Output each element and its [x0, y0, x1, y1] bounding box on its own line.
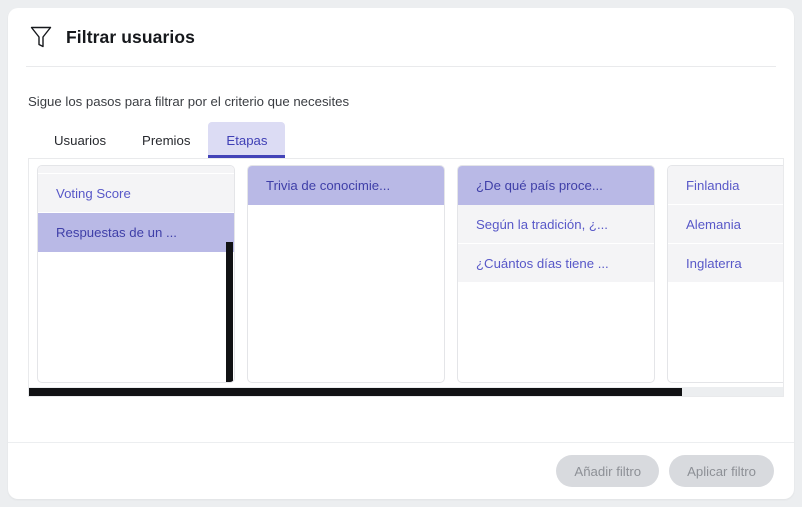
list-item[interactable]: ¿De qué país proce... [458, 166, 654, 205]
dialog-subtitle: Sigue los pasos para filtrar por el crit… [28, 94, 350, 109]
answer-column[interactable]: Finlandia Alemania Inglaterra [667, 165, 783, 383]
list-item[interactable]: Según la tradición, ¿... [458, 205, 654, 244]
answer-option-list: Finlandia Alemania Inglaterra [668, 166, 783, 283]
columns-horizontal-scrollbar-thumb[interactable] [29, 388, 682, 396]
tab-bar: Usuarios Premios Etapas [36, 122, 286, 158]
stage-option-list: Trivia de conocimie... [248, 166, 444, 205]
criteria-column[interactable]: Nombre de participante Fecha de particip… [37, 165, 235, 383]
add-filter-button[interactable]: Añadir filtro [556, 455, 660, 487]
list-item[interactable]: Finlandia [668, 166, 783, 205]
criteria-column-scrollbar[interactable] [225, 166, 234, 382]
list-item[interactable]: Voting Score [38, 174, 234, 213]
tab-premios[interactable]: Premios [124, 122, 208, 158]
list-item[interactable]: Score in specific St... [38, 166, 234, 174]
dialog-footer: Añadir filtro Aplicar filtro [8, 443, 794, 499]
criteria-option-list: Nombre de participante Fecha de particip… [38, 166, 234, 252]
list-item[interactable]: Trivia de conocimie... [248, 166, 444, 205]
funnel-icon [30, 26, 52, 48]
tab-usuarios[interactable]: Usuarios [36, 122, 124, 158]
page-title: Filtrar usuarios [66, 26, 195, 47]
question-column[interactable]: ¿De qué país proce... Según la tradición… [457, 165, 655, 383]
list-item[interactable]: Respuestas de un ... [38, 213, 234, 252]
tab-etapas[interactable]: Etapas [208, 122, 286, 158]
criteria-column-scrollbar-thumb[interactable] [226, 242, 233, 382]
columns-viewport: Nombre de participante Fecha de particip… [28, 158, 784, 387]
list-item[interactable]: Inglaterra [668, 244, 783, 283]
stage-column[interactable]: Trivia de conocimie... [247, 165, 445, 383]
list-item[interactable]: Alemania [668, 205, 783, 244]
header-divider [26, 66, 776, 67]
dialog-header: Filtrar usuarios [8, 8, 794, 66]
filter-users-dialog: Filtrar usuarios Sigue los pasos para fi… [8, 8, 794, 499]
columns-horizontal-scrollbar[interactable] [28, 387, 784, 397]
apply-filter-button[interactable]: Aplicar filtro [669, 455, 774, 487]
question-option-list: ¿De qué país proce... Según la tradición… [458, 166, 654, 283]
list-item[interactable]: ¿Cuántos días tiene ... [458, 244, 654, 283]
columns-container: Nombre de participante Fecha de particip… [37, 165, 783, 383]
